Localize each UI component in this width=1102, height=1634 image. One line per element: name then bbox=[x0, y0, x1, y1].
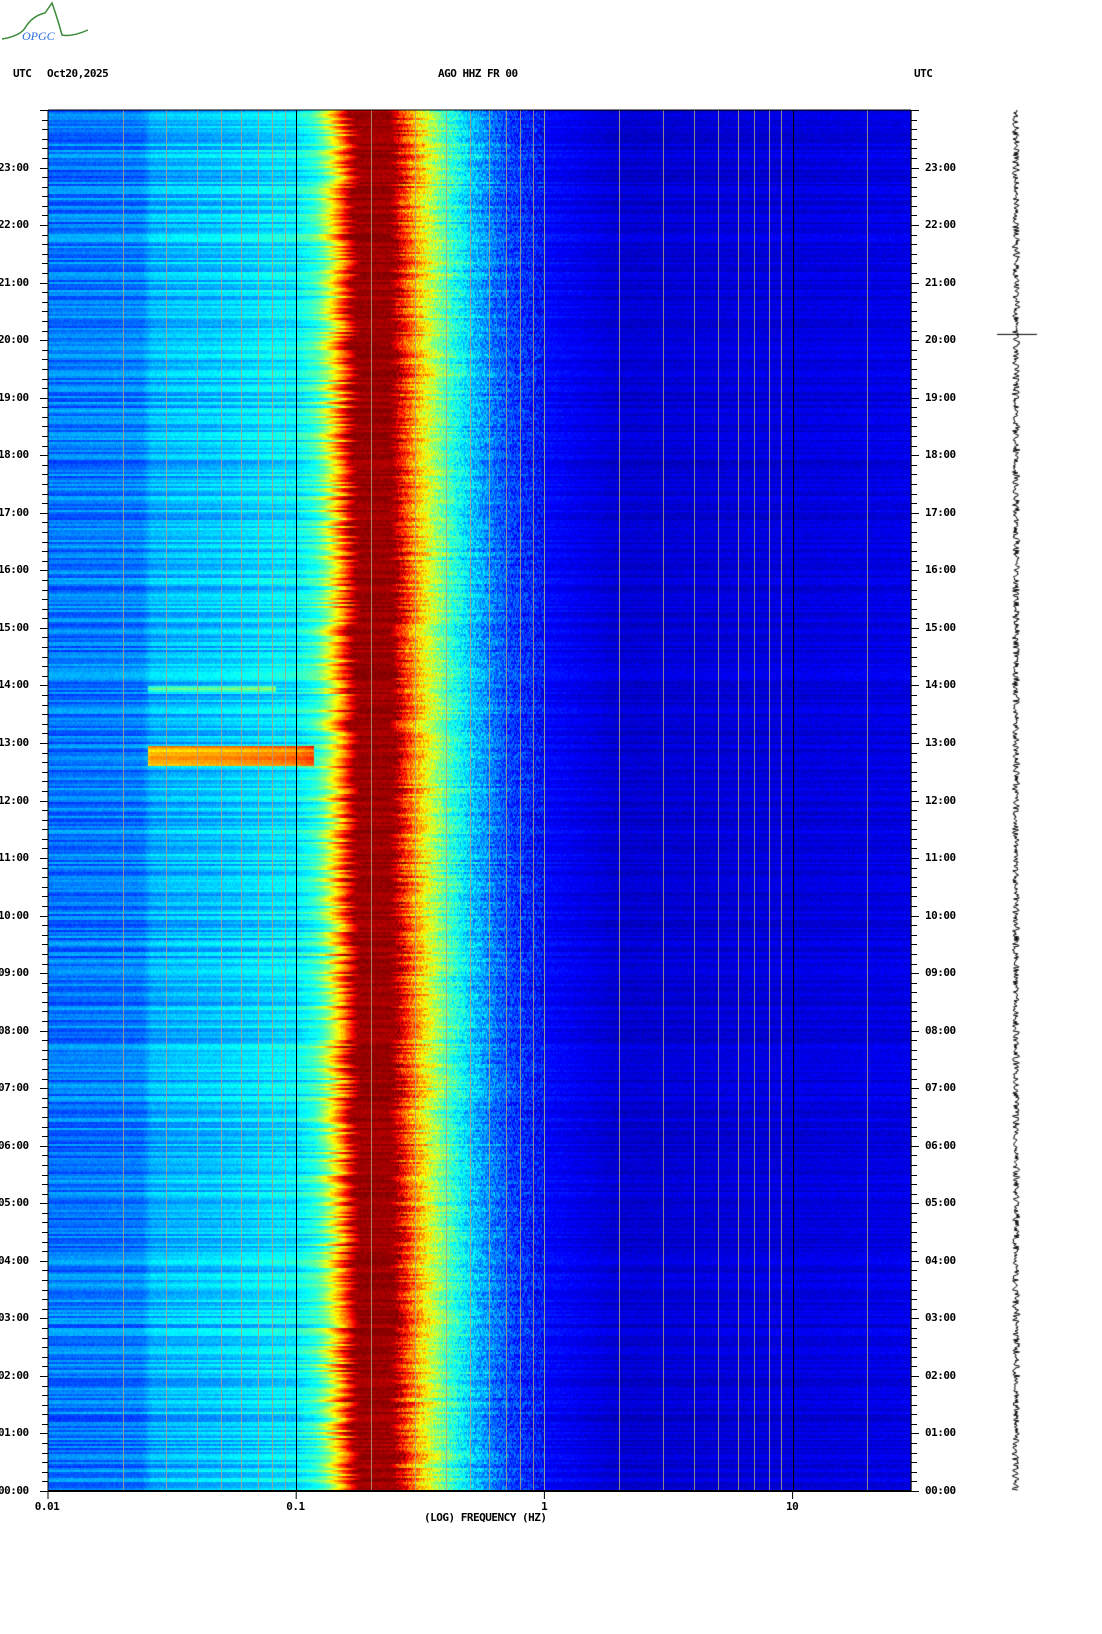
y-tick-label-right: 14:00 bbox=[925, 678, 956, 692]
y-tick-label-left: 23:00 bbox=[0, 160, 29, 174]
y-tick-label-right: 11:00 bbox=[925, 851, 956, 865]
y-tick-label-right: 05:00 bbox=[925, 1196, 956, 1210]
y-tick-label-left: 02:00 bbox=[0, 1368, 29, 1382]
y-tick-label-left: 01:00 bbox=[0, 1426, 29, 1440]
y-tick-label-left: 00:00 bbox=[0, 1484, 29, 1497]
y-tick-label-left: 10:00 bbox=[0, 908, 29, 922]
y-tick-label-left: 06:00 bbox=[0, 1138, 29, 1152]
y-tick-label-left: 03:00 bbox=[0, 1311, 29, 1325]
y-tick-label-right: 13:00 bbox=[925, 735, 956, 749]
y-tick-label-right: 02:00 bbox=[925, 1368, 956, 1382]
y-tick-label-left: 15:00 bbox=[0, 620, 29, 634]
spectrogram-axes bbox=[40, 109, 919, 1499]
y-tick-label-left: 22:00 bbox=[0, 218, 29, 232]
y-tick-label-left: 05:00 bbox=[0, 1196, 29, 1210]
y-tick-label-left: 13:00 bbox=[0, 735, 29, 749]
y-tick-label-right: 18:00 bbox=[925, 448, 956, 462]
y-tick-label-right: 12:00 bbox=[925, 793, 956, 807]
x-tick-label: 10 bbox=[785, 1500, 799, 1513]
y-tick-label-left: 18:00 bbox=[0, 448, 29, 462]
y-tick-label-left: 16:00 bbox=[0, 563, 29, 577]
y-tick-label-right: 16:00 bbox=[925, 563, 956, 577]
x-tick-label: 0.01 bbox=[34, 1500, 60, 1513]
y-tick-label-right: 04:00 bbox=[925, 1253, 956, 1267]
y-tick-label-right: 10:00 bbox=[925, 908, 956, 922]
y-tick-label-left: 12:00 bbox=[0, 793, 29, 807]
y-tick-label-left: 21:00 bbox=[0, 275, 29, 289]
y-tick-label-left: 04:00 bbox=[0, 1253, 29, 1267]
y-tick-label-left: 14:00 bbox=[0, 678, 29, 692]
y-tick-label-right: 08:00 bbox=[925, 1023, 956, 1037]
y-tick-label-left: 20:00 bbox=[0, 333, 29, 347]
y-tick-label-right: 03:00 bbox=[925, 1311, 956, 1325]
y-tick-label-right: 15:00 bbox=[925, 620, 956, 634]
seismogram-trace bbox=[990, 105, 1040, 1495]
y-tick-label-right: 07:00 bbox=[925, 1081, 956, 1095]
y-tick-label-right: 09:00 bbox=[925, 966, 956, 980]
y-tick-label-right: 22:00 bbox=[925, 218, 956, 232]
y-tick-label-right: 23:00 bbox=[925, 160, 956, 174]
y-tick-label-right: 06:00 bbox=[925, 1138, 956, 1152]
y-tick-label-left: 17:00 bbox=[0, 505, 29, 519]
x-axis-label: (LOG) FREQUENCY (HZ) bbox=[424, 1511, 547, 1524]
y-tick-label-right: 20:00 bbox=[925, 333, 956, 347]
y-tick-label-right: 21:00 bbox=[925, 275, 956, 289]
y-tick-label-left: 19:00 bbox=[0, 390, 29, 404]
y-tick-label-right: 00:00 bbox=[925, 1484, 956, 1497]
x-tick-label: 0.1 bbox=[286, 1500, 305, 1513]
y-tick-label-right: 19:00 bbox=[925, 390, 956, 404]
y-tick-label-left: 08:00 bbox=[0, 1023, 29, 1037]
y-tick-label-right: 01:00 bbox=[925, 1426, 956, 1440]
y-tick-label-right: 17:00 bbox=[925, 505, 956, 519]
y-tick-label-left: 11:00 bbox=[0, 851, 29, 865]
y-tick-label-left: 07:00 bbox=[0, 1081, 29, 1095]
y-tick-label-left: 09:00 bbox=[0, 966, 29, 980]
